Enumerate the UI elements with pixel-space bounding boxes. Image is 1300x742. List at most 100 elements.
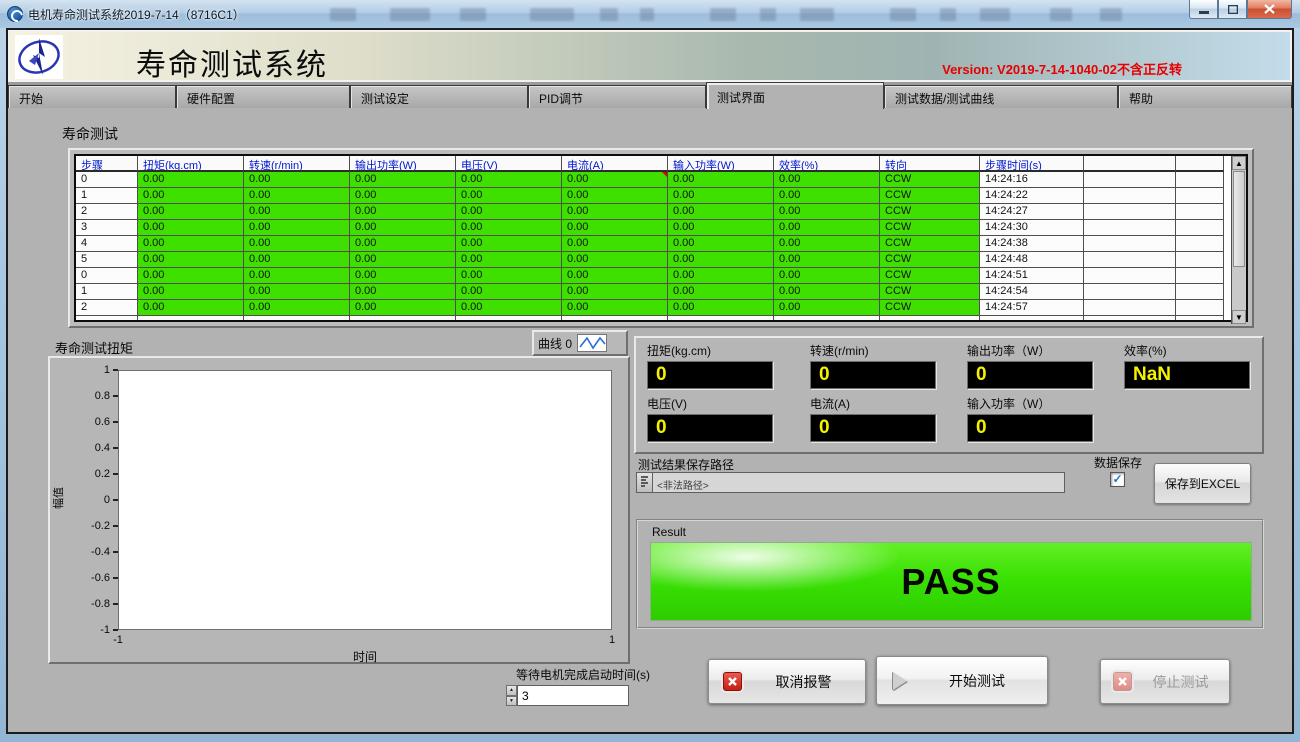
scroll-down-icon[interactable]: ▼ <box>1232 310 1246 324</box>
minimize-button[interactable] <box>1189 0 1218 19</box>
cell-input-power: 0.00 <box>668 268 774 284</box>
chart-title: 寿命测试扭矩 <box>55 338 133 357</box>
increment-icon[interactable]: ▲ <box>506 685 517 696</box>
col-header-current: 电流(A) <box>562 156 668 172</box>
cell-direction: CCW <box>880 236 980 252</box>
col-header-empty <box>1176 156 1224 172</box>
plot-area[interactable] <box>118 370 612 630</box>
wait-time-control: ▲ ▼ 3 <box>506 685 629 706</box>
cell-empty <box>1176 220 1224 236</box>
scroll-up-icon[interactable]: ▲ <box>1232 156 1246 170</box>
digital-display: 电流(A) 0 <box>810 395 950 442</box>
tab[interactable]: 测试设定 <box>350 85 528 108</box>
red-x-icon-disabled <box>1113 672 1132 691</box>
cell-input-power: 0.00 <box>668 188 774 204</box>
cell-current: 0.00 <box>562 252 668 268</box>
cell-current: 0.00 <box>562 268 668 284</box>
start-test-button[interactable]: 开始测试 <box>876 656 1048 705</box>
decrement-icon[interactable]: ▼ <box>506 696 517 707</box>
cell-torque: 0.00 <box>138 220 244 236</box>
stop-test-button[interactable]: 停止测试 <box>1100 659 1230 704</box>
y-tick: -0.4 <box>64 544 118 560</box>
life-test-table: 步骤 扭矩(kg.cm) 转速(r/min) 输出功率(W) 电压(V) 电流(… <box>74 154 1248 322</box>
path-browse-icon[interactable] <box>636 472 653 493</box>
y-tick: 0.4 <box>64 440 118 456</box>
display-label: 电压(V) <box>647 395 787 412</box>
col-header-torque: 扭矩(kg.cm) <box>138 156 244 172</box>
display-label: 转速(r/min) <box>810 342 950 359</box>
cell-step: 1 <box>76 188 138 204</box>
cell-output-power: 0.00 <box>350 236 456 252</box>
measurement-display-panel: 扭矩(kg.cm) 0 转速(r/min) 0 输出功率（W） 0 效 <box>634 336 1264 454</box>
cell-speed: 0.00 <box>244 220 350 236</box>
digital-display: 扭矩(kg.cm) 0 <box>647 342 787 389</box>
cell-step: 2 <box>76 204 138 220</box>
cell-empty <box>1084 204 1176 220</box>
cell-current: 0.00 <box>562 220 668 236</box>
close-button[interactable] <box>1247 0 1292 19</box>
cell-step-time: 14:24:22 <box>980 188 1084 204</box>
display-label: 输入功率（W） <box>967 395 1107 412</box>
table-row: 0 0.00 0.00 0.00 0.00 0.00 0.00 0.00 CCW… <box>76 172 1246 188</box>
digital-display: 电压(V) 0 <box>647 395 787 442</box>
cell-step-time: 14:24:54 <box>980 284 1084 300</box>
wait-time-input[interactable]: 3 <box>517 685 629 706</box>
company-logo <box>15 35 63 79</box>
display-value: NaN <box>1124 361 1250 389</box>
tab[interactable]: 硬件配置 <box>176 85 350 108</box>
data-save-label: 数据保存 <box>1094 454 1142 471</box>
table-filler-row <box>76 316 1246 322</box>
col-header-step-time: 步骤时间(s) <box>980 156 1084 172</box>
col-header-input-power: 输入功率(W) <box>668 156 774 172</box>
save-path-input[interactable]: <非法路径> <box>653 472 1065 493</box>
cell-empty <box>1084 252 1176 268</box>
cell-direction: CCW <box>880 300 980 316</box>
cell-step-time: 14:24:51 <box>980 268 1084 284</box>
cell-step-time: 14:24:38 <box>980 236 1084 252</box>
data-save-checkbox[interactable]: ✓ <box>1110 472 1125 487</box>
tab[interactable]: PID调节 <box>528 85 706 108</box>
tab[interactable]: 帮助 <box>1118 85 1292 108</box>
result-value: PASS <box>901 561 1000 603</box>
save-to-excel-button[interactable]: 保存到EXCEL <box>1154 463 1251 504</box>
result-label: Result <box>652 525 686 539</box>
cell-step-time: 14:24:27 <box>980 204 1084 220</box>
legend-line-icon <box>577 334 607 352</box>
cell-speed: 0.00 <box>244 300 350 316</box>
chart-legend[interactable]: 曲线 0 <box>532 330 628 356</box>
display-value: 0 <box>967 414 1093 442</box>
cell-input-power: 0.00 <box>668 252 774 268</box>
tab[interactable]: 测试界面 <box>706 82 884 109</box>
table-row: 3 0.00 0.00 0.00 0.00 0.00 0.00 0.00 CCW… <box>76 220 1246 236</box>
cell-direction: CCW <box>880 204 980 220</box>
cell-input-power: 0.00 <box>668 220 774 236</box>
numeric-stepper[interactable]: ▲ ▼ <box>506 685 517 706</box>
tab[interactable]: 开始 <box>8 85 176 108</box>
cell-voltage: 0.00 <box>456 252 562 268</box>
cell-empty <box>1176 268 1224 284</box>
table-row: 0 0.00 0.00 0.00 0.00 0.00 0.00 0.00 CCW… <box>76 268 1246 284</box>
version-text: Version: V2019-7-14-1040-02不含正反转 <box>942 59 1182 78</box>
red-x-icon <box>723 672 742 691</box>
section-title: 寿命测试 <box>62 124 118 144</box>
y-tick: 0.8 <box>64 388 118 404</box>
cell-step-time: 14:24:30 <box>980 220 1084 236</box>
legend-label: 曲线 0 <box>538 335 572 352</box>
wait-time-label: 等待电机完成启动时间(s) <box>516 666 650 683</box>
cell-step-time: 14:24:48 <box>980 252 1084 268</box>
col-header-voltage: 电压(V) <box>456 156 562 172</box>
table-row: 1 0.00 0.00 0.00 0.00 0.00 0.00 0.00 CCW… <box>76 188 1246 204</box>
titlebar-ghost-artifacts <box>330 6 1110 24</box>
app-window: 电机寿命测试系统2019-7-14（8716C1） 寿命测试系统 <box>0 0 1300 742</box>
table-scrollbar[interactable]: ▲ ▼ <box>1231 156 1246 324</box>
scrollbar-thumb[interactable] <box>1233 171 1245 267</box>
maximize-button[interactable] <box>1218 0 1247 19</box>
cancel-alarm-button[interactable]: 取消报警 <box>708 659 866 704</box>
result-indicator: PASS <box>650 542 1252 621</box>
cell-current: 0.00 <box>562 284 668 300</box>
tab[interactable]: 测试数据/测试曲线 <box>884 85 1118 108</box>
cell-empty <box>1176 252 1224 268</box>
cell-speed: 0.00 <box>244 172 350 188</box>
digital-display: 输入功率（W） 0 <box>967 395 1107 442</box>
cell-input-power: 0.00 <box>668 284 774 300</box>
